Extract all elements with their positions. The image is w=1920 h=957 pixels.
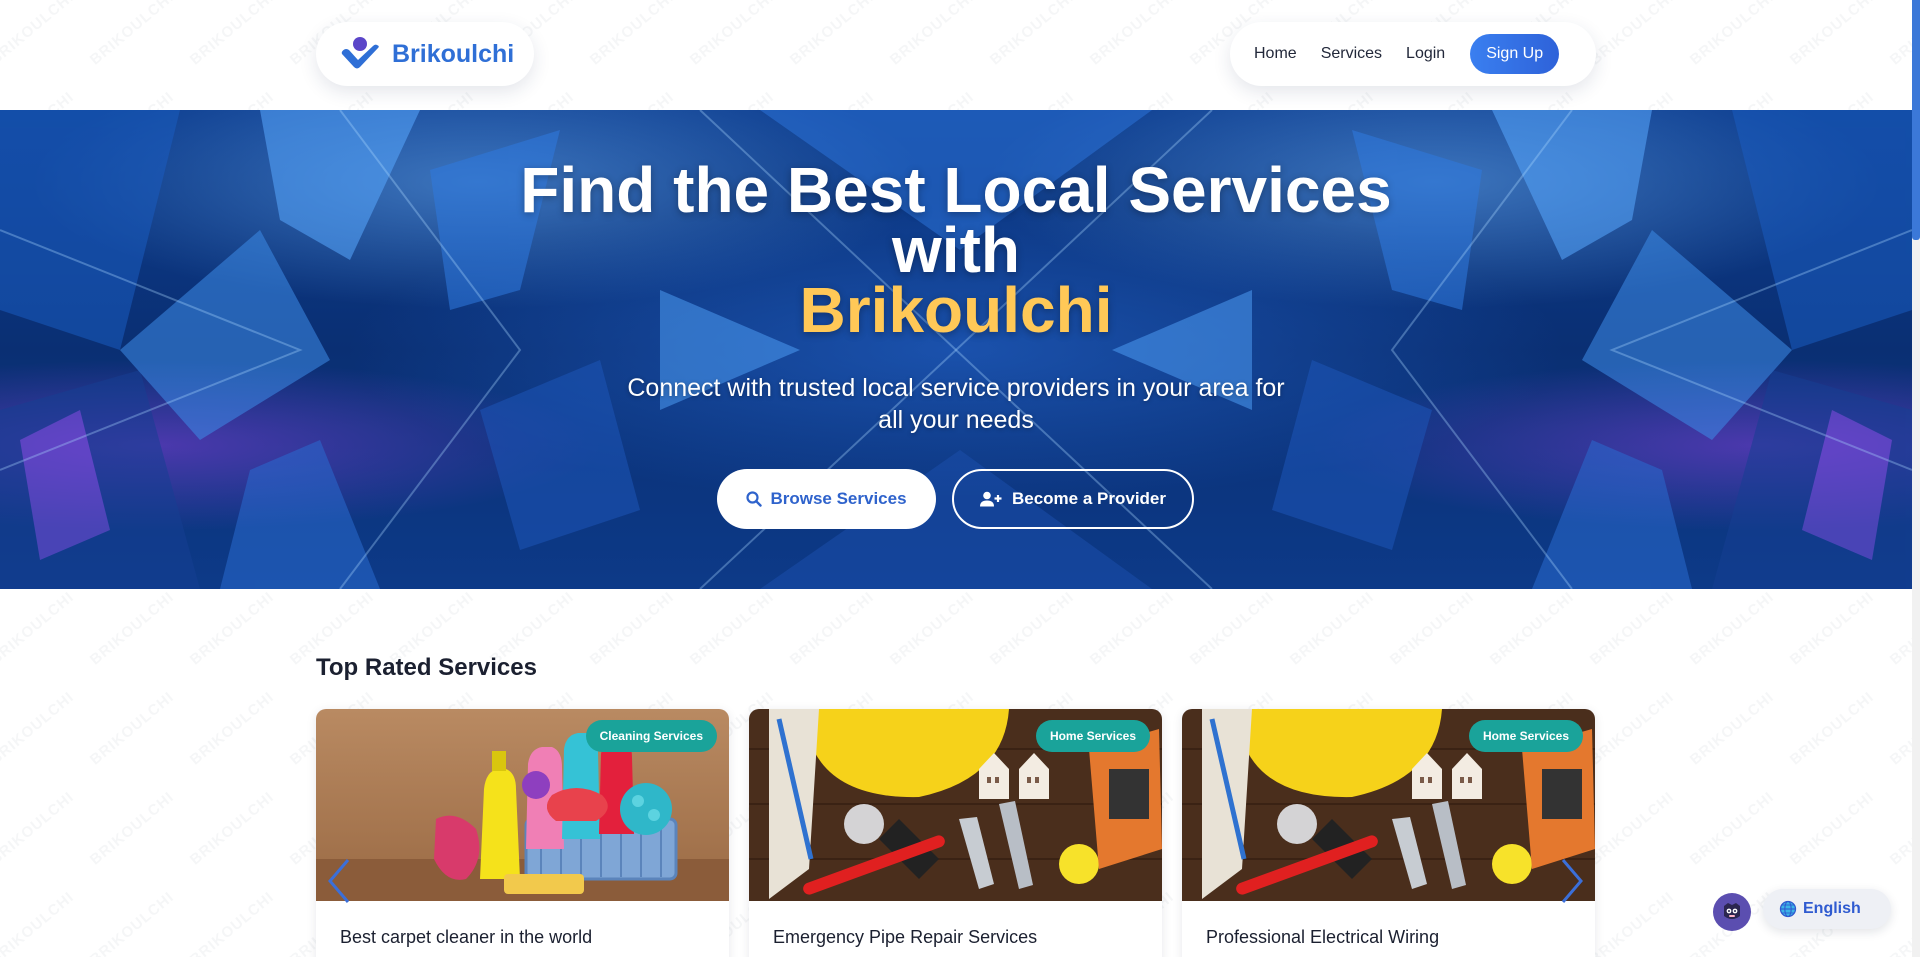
top-rated-title: Top Rated Services [316,654,537,681]
signup-button[interactable]: Sign Up [1470,34,1560,74]
service-card-title: Emergency Pipe Repair Services [773,927,1038,947]
top-rated-carousel: Cleaning Services Best carpet cleaner in… [316,709,1595,957]
browse-services-button[interactable]: Browse Services [717,469,936,529]
watermark-text: BRIKOULCHI [1587,589,1678,669]
chevron-left-icon[interactable] [324,858,354,904]
nav-home[interactable]: Home [1254,45,1297,63]
language-selector[interactable]: English [1763,889,1891,929]
chevron-right-icon[interactable] [1557,858,1587,904]
watermark-text: BRIKOULCHI [87,689,178,769]
watermark-text: BRIKOULCHI [1587,889,1678,957]
hero-actions: Browse Services Become a Provider [717,469,1194,529]
brand-name: Brikoulchi [392,39,515,68]
watermark-text: BRIKOULCHI [0,589,77,669]
hero-title: Find the Best Local Services with Brikou… [0,158,1912,346]
watermark-text: BRIKOULCHI [787,589,878,669]
globe-icon [1779,900,1797,918]
service-card[interactable]: Home Services Professional Electrical Wi… [1182,709,1595,957]
hero-subtitle: Connect with trusted local service provi… [627,374,1285,434]
watermark-text: BRIKOULCHI [987,589,1078,669]
watermark-text: BRIKOULCHI [0,889,77,957]
watermark-text: BRIKOULCHI [1287,589,1378,669]
watermark-text: BRIKOULCHI [887,589,978,669]
watermark-text: BRIKOULCHI [0,689,77,769]
watermark-text: BRIKOULCHI [87,789,178,869]
watermark-text: BRIKOULCHI [1087,589,1178,669]
user-plus-icon [979,491,1002,507]
service-card[interactable]: Cleaning Services Best carpet cleaner in… [316,709,729,957]
watermark-text: BRIKOULCHI [1187,589,1278,669]
watermark-text: BRIKOULCHI [187,589,278,669]
service-category-badge: Home Services [1035,720,1150,752]
scrollbar-thumb[interactable] [1912,0,1920,240]
watermark-text: BRIKOULCHI [1687,789,1778,869]
nav-login[interactable]: Login [1406,45,1445,63]
service-card-image: Home Services [749,709,1162,901]
mascot-icon [1724,903,1740,919]
service-card-image: Cleaning Services [316,709,729,901]
service-card-image: Home Services [1182,709,1595,901]
service-category-badge: Home Services [1468,720,1583,752]
watermark-text: BRIKOULCHI [187,889,278,957]
service-card-title: Professional Electrical Wiring [1206,927,1440,947]
watermark-text: BRIKOULCHI [1587,689,1678,769]
language-label: English [1803,900,1861,917]
watermark-text: BRIKOULCHI [1687,589,1778,669]
become-provider-button[interactable]: Become a Provider [952,469,1194,529]
browse-services-label: Browse Services [770,489,907,508]
watermark-text: BRIKOULCHI [0,789,77,869]
service-card[interactable]: Home Services Emergency Pipe Repair Serv… [749,709,1162,957]
service-card-title: Best carpet cleaner in the world [340,927,593,947]
nav-services[interactable]: Services [1321,45,1382,63]
page-scrollbar[interactable] [1912,0,1920,957]
watermark-text: BRIKOULCHI [1787,689,1878,769]
search-icon [746,491,763,507]
watermark-text: BRIKOULCHI [1387,589,1478,669]
hero-title-accent: Brikoulchi [799,274,1113,346]
service-category-badge: Cleaning Services [585,720,717,752]
brand-logo-icon [341,37,379,69]
chat-assistant-button[interactable] [1713,893,1751,931]
brand-link[interactable]: Brikoulchi [316,22,534,86]
watermark-text: BRIKOULCHI [1487,589,1578,669]
watermark-text: BRIKOULCHI [1787,789,1878,869]
watermark-text: BRIKOULCHI [1687,689,1778,769]
watermark-text: BRIKOULCHI [87,889,178,957]
watermark-text: BRIKOULCHI [87,589,178,669]
watermark-text: BRIKOULCHI [1587,789,1678,869]
hero-banner: Find the Best Local Services with Brikou… [0,110,1912,589]
main-nav: Home Services Login Sign Up [1230,22,1596,86]
watermark-text: BRIKOULCHI [1787,589,1878,669]
become-provider-label: Become a Provider [1011,489,1166,508]
watermark-text: BRIKOULCHI [187,689,278,769]
site-header: Brikoulchi Home Services Login Sign Up [0,0,1912,110]
watermark-text: BRIKOULCHI [587,589,678,669]
watermark-text: BRIKOULCHI [187,789,278,869]
watermark-text: BRIKOULCHI [687,589,778,669]
